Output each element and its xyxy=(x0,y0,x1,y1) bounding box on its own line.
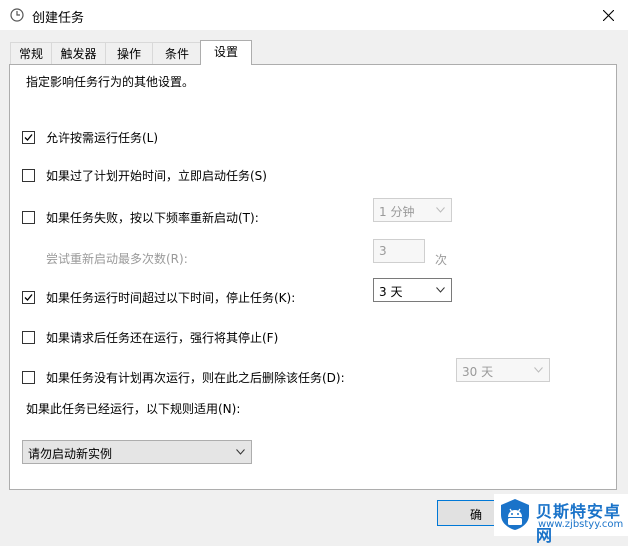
delete-if-not-scheduled-label: 如果任务没有计划再次运行，则在此之后删除该任务(D): xyxy=(46,371,345,385)
watermark: 贝斯特安卓网 www.zjbstyy.com xyxy=(494,494,628,545)
restart-attempts-value: 3 xyxy=(379,244,387,258)
delete-if-not-scheduled-checkbox[interactable] xyxy=(22,371,35,384)
tab-settings[interactable]: 设置 xyxy=(200,40,252,65)
settings-description: 指定影响任务行为的其他设置。 xyxy=(26,75,195,89)
allow-on-demand-checkbox[interactable] xyxy=(22,131,35,144)
settings-panel xyxy=(9,64,617,490)
restart-interval-value: 1 分钟 xyxy=(379,205,415,219)
restart-attempts-input[interactable]: 3 xyxy=(373,239,425,263)
task-scheduler-icon xyxy=(10,8,24,22)
close-button[interactable] xyxy=(588,0,628,30)
force-stop-checkbox[interactable] xyxy=(22,331,35,344)
stop-if-longer-label: 如果任务运行时间超过以下时间，停止任务(K): xyxy=(46,291,296,305)
start-if-missed-label: 如果过了计划开始时间，立即启动任务(S) xyxy=(46,169,267,183)
restart-attempts-label: 尝试重新启动最多次数(R): xyxy=(46,252,188,266)
checkmark-icon xyxy=(24,294,33,301)
force-stop-label: 如果请求后任务还在运行，强行将其停止(F) xyxy=(46,331,279,345)
window-title: 创建任务 xyxy=(32,11,85,26)
stop-duration-select[interactable]: 3 天 xyxy=(373,278,452,302)
android-logo-icon xyxy=(501,499,529,530)
close-icon xyxy=(603,10,614,21)
ok-button-label: 确 xyxy=(470,508,483,522)
title-bar: 创建任务 xyxy=(0,0,628,30)
delete-after-select[interactable]: 30 天 xyxy=(456,358,550,382)
rule-select[interactable]: 请勿启动新实例 xyxy=(22,440,252,464)
chevron-down-icon xyxy=(534,367,543,373)
chevron-down-icon xyxy=(436,287,445,293)
allow-on-demand-label: 允许按需运行任务(L) xyxy=(46,131,159,145)
tab-actions[interactable]: 操作 xyxy=(105,42,153,64)
start-if-missed-checkbox[interactable] xyxy=(22,169,35,182)
restart-interval-select[interactable]: 1 分钟 xyxy=(373,198,452,222)
restart-on-failure-label: 如果任务失败，按以下频率重新启动(T): xyxy=(46,211,259,225)
tab-general[interactable]: 常规 xyxy=(10,42,52,64)
stop-if-longer-checkbox[interactable] xyxy=(22,291,35,304)
watermark-url: www.zjbstyy.com xyxy=(538,519,624,530)
checkmark-icon xyxy=(24,134,33,141)
rule-label: 如果此任务已经运行，以下规则适用(N): xyxy=(26,402,241,416)
chevron-down-icon xyxy=(436,207,445,213)
stop-duration-value: 3 天 xyxy=(379,285,403,299)
delete-after-value: 30 天 xyxy=(462,365,494,379)
rule-value: 请勿启动新实例 xyxy=(28,447,113,461)
restart-attempts-unit: 次 xyxy=(435,253,448,267)
tab-conditions[interactable]: 条件 xyxy=(152,42,202,64)
restart-on-failure-checkbox[interactable] xyxy=(22,211,35,224)
chevron-down-icon xyxy=(236,449,245,455)
tab-triggers[interactable]: 触发器 xyxy=(51,42,106,64)
